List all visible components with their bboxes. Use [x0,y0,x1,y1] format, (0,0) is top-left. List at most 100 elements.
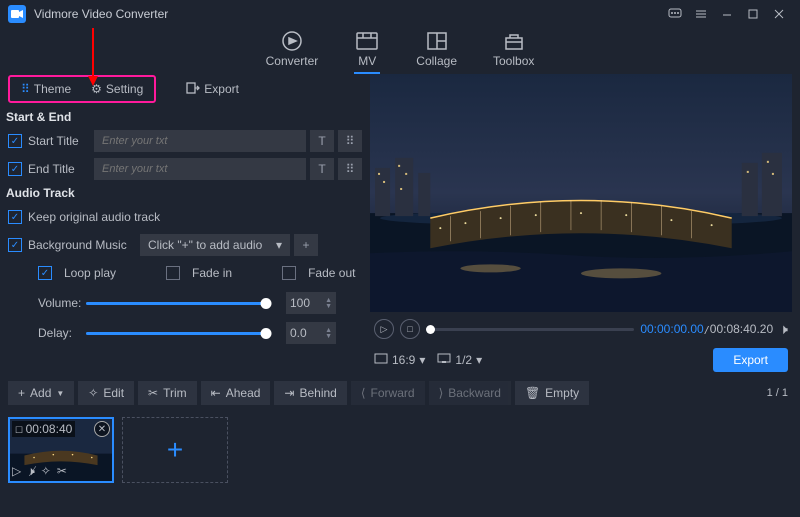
mute-icon[interactable]: 🕨̸ [27,464,35,479]
trim-button[interactable]: ✂Trim [138,381,197,405]
chevron-up-icon: ▲ [325,328,332,333]
theme-tab[interactable]: ⠿ Theme [11,78,81,100]
subtabs: ⠿ Theme ⚙ Setting Export [8,74,362,104]
clip-toolbar: +Add▼ ✧Edit ✂Trim ⇤Ahead ⇥Behind ⟨Forwar… [0,378,800,408]
top-nav: Converter MV Collage Toolbox [0,28,800,74]
minimize-button[interactable] [714,4,740,24]
thumbnail-strip: ☐ 00:08:40 ✕ ▷ 🕨̸ ✧ ✂ + [0,412,800,488]
fade-in-checkbox[interactable]: ✓Fade in [166,266,232,280]
annotation-highlight: ⠿ Theme ⚙ Setting [8,75,156,103]
loop-play-checkbox[interactable]: ✓Loop play [38,266,116,280]
bg-music-dropdown[interactable]: Click "+" to add audio ▾ [140,234,290,256]
volume-label: Volume: [38,296,86,310]
empty-button[interactable]: 🗑Empty [515,381,589,405]
wand-icon: ✧ [88,386,98,400]
volume-icon[interactable]: 🕨 [779,321,788,338]
trim-icon[interactable]: ✂ [57,464,67,479]
start-more-button[interactable]: ⠿ [338,130,362,152]
arrow-right-icon: ⟩ [439,386,444,400]
stop-button[interactable]: □ [400,319,420,339]
volume-slider[interactable] [86,302,266,305]
arrow-left-icon: ⟨ [361,386,366,400]
plus-icon: + [18,386,25,400]
chevron-up-icon: ▲ [325,298,332,303]
end-title-label: End Title [28,162,94,176]
maximize-button[interactable] [740,4,766,24]
end-font-button[interactable]: T [310,158,334,180]
delay-slider[interactable] [86,332,266,335]
section-audio: Audio Track [6,186,362,200]
chevron-down-icon: ▾ [419,353,425,367]
menu-icon[interactable] [688,4,714,24]
converter-icon [279,30,305,52]
page-select[interactable]: 1/2 ▾ [437,353,482,367]
delay-spinner[interactable]: 0.0▲▼ [286,322,336,344]
scissors-icon: ✂ [148,386,158,400]
gear-icon: ⚙ [91,82,102,96]
chevron-down-icon: ▼ [325,304,332,309]
chevron-down-icon: ▾ [276,238,282,252]
setting-tab[interactable]: ⚙ Setting [81,78,153,100]
thumb-remove-button[interactable]: ✕ [94,421,110,437]
plus-icon: + [167,434,183,466]
thumb-actions: ▷ 🕨̸ ✧ ✂ [12,464,67,479]
ahead-button[interactable]: ⇤Ahead [201,381,271,405]
chevron-down-icon: ▼ [325,334,332,339]
end-title-checkbox[interactable]: ✓ [8,162,22,176]
end-title-input[interactable] [94,158,306,180]
keep-audio-label: Keep original audio track [28,210,160,224]
trash-icon: 🗑 [525,386,540,400]
start-title-input[interactable] [94,130,306,152]
chevron-down-icon: ▾ [476,353,482,367]
backward-button[interactable]: ⟩Backward [429,381,511,405]
volume-spinner[interactable]: 100▲▼ [286,292,336,314]
nav-mv[interactable]: MV [354,30,380,74]
preview-panel: ▷ □ 00:00:00.00/00:08:40.20 🕨 16:9 ▾ 1/2… [370,74,800,374]
add-audio-button[interactable]: + [294,234,318,256]
collage-icon [424,30,450,52]
nav-collage[interactable]: Collage [416,30,457,72]
add-button[interactable]: +Add▼ [8,381,74,405]
app-logo [8,5,26,23]
preview-options: 16:9 ▾ 1/2 ▾ Export [370,346,792,374]
section-start-end: Start & End [6,110,362,124]
edit-button[interactable]: ✧Edit [78,381,134,405]
bg-music-checkbox[interactable]: ✓ [8,238,22,252]
seek-slider[interactable] [426,328,634,331]
aspect-ratio-select[interactable]: 16:9 ▾ [374,353,425,367]
play-icon[interactable]: ▷ [12,464,21,479]
app-title: Vidmore Video Converter [34,7,662,21]
page-indicator: 1 / 1 [767,387,792,399]
export-button[interactable]: Export [713,348,788,372]
nav-converter[interactable]: Converter [266,30,319,72]
start-font-button[interactable]: T [310,130,334,152]
behind-button[interactable]: ⇥Behind [274,381,346,405]
add-clip-button[interactable]: + [122,417,228,483]
end-more-button[interactable]: ⠿ [338,158,362,180]
video-preview[interactable] [370,74,792,312]
start-title-checkbox[interactable]: ✓ [8,134,22,148]
fade-out-checkbox[interactable]: ✓Fade out [282,266,355,280]
skip-start-icon: ⇤ [211,386,221,400]
timecode: 00:00:00.00/00:08:40.20 [640,322,773,336]
keep-audio-checkbox[interactable]: ✓ [8,210,22,224]
titlebar: Vidmore Video Converter [0,0,800,28]
forward-button[interactable]: ⟨Forward [351,381,425,405]
feedback-icon[interactable] [662,4,688,24]
mv-icon [354,30,380,52]
close-button[interactable] [766,4,792,24]
nav-toolbox[interactable]: Toolbox [493,30,534,72]
settings-panel: ⠿ Theme ⚙ Setting Export Start & End ✓ S… [0,74,370,374]
edit-icon[interactable]: ✧ [41,464,51,479]
thumb-duration: ☐ 00:08:40 [12,421,75,437]
delay-label: Delay: [38,326,86,340]
play-button[interactable]: ▷ [374,319,394,339]
chevron-down-icon: ▼ [56,389,64,398]
aspect-icon [374,353,388,367]
start-title-label: Start Title [28,134,94,148]
export-tab[interactable]: Export [176,78,249,101]
clip-thumbnail[interactable]: ☐ 00:08:40 ✕ ▷ 🕨̸ ✧ ✂ [8,417,114,483]
bg-music-label: Background Music [28,238,140,252]
screen-icon [437,353,451,367]
export-icon [186,82,200,97]
